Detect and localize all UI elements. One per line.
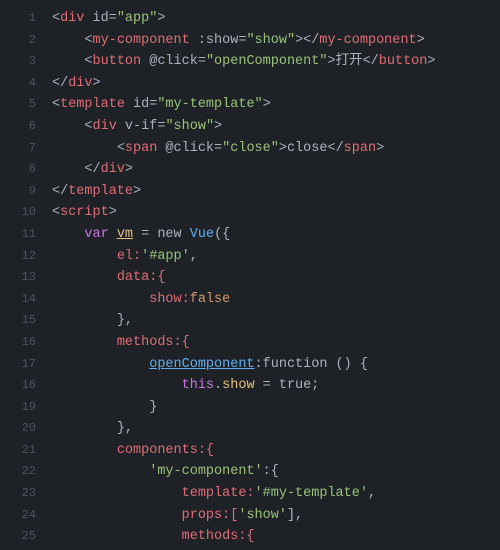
code-content: </div> xyxy=(52,159,133,181)
code-line: 12 el:'#app', xyxy=(0,246,500,268)
code-content: <script> xyxy=(52,202,117,224)
line-number: 16 xyxy=(8,333,36,352)
code-line: 21 components:{ xyxy=(0,440,500,462)
line-number: 18 xyxy=(8,376,36,395)
code-content: this.show = true; xyxy=(52,375,319,397)
code-line: 1 <div id="app"> xyxy=(0,8,500,30)
code-line: 9 </template> xyxy=(0,181,500,203)
code-line: 6 <div v-if="show"> xyxy=(0,116,500,138)
code-content: el:'#app', xyxy=(52,246,198,268)
code-content: show:false xyxy=(52,289,230,311)
code-content: <my-component :show="show"></my-componen… xyxy=(52,30,425,52)
code-line: 4 </div> xyxy=(0,73,500,95)
code-line: 16 methods:{ xyxy=(0,332,500,354)
line-number: 8 xyxy=(8,160,36,179)
code-line: 23 template:'#my-template', xyxy=(0,483,500,505)
code-line: 22 'my-component':{ xyxy=(0,461,500,483)
code-content: <div id="app"> xyxy=(52,8,165,30)
code-line: 15 }, xyxy=(0,310,500,332)
code-content: <template id="my-template"> xyxy=(52,94,271,116)
code-line: 13 data:{ xyxy=(0,267,500,289)
line-number: 6 xyxy=(8,117,36,136)
line-number: 12 xyxy=(8,247,36,266)
code-content: openComponent:function () { xyxy=(52,354,368,376)
code-content: }, xyxy=(52,310,133,332)
line-number: 25 xyxy=(8,527,36,546)
line-number: 1 xyxy=(8,9,36,28)
code-content: } xyxy=(52,397,157,419)
line-number: 21 xyxy=(8,441,36,460)
code-line: 2 <my-component :show="show"></my-compon… xyxy=(0,30,500,52)
line-number: 5 xyxy=(8,95,36,114)
code-editor: 1<div id="app">2 <my-component :show="sh… xyxy=(0,0,500,550)
line-number: 13 xyxy=(8,268,36,287)
code-content: <span @click="close">close</span> xyxy=(52,138,384,160)
code-content: 'my-component':{ xyxy=(52,461,279,483)
code-line: 7 <span @click="close">close</span> xyxy=(0,138,500,160)
line-number: 10 xyxy=(8,203,36,222)
code-content: var vm = new Vue({ xyxy=(52,224,230,246)
code-content: components:{ xyxy=(52,440,214,462)
code-line: 18 this.show = true; xyxy=(0,375,500,397)
code-line: 14 show:false xyxy=(0,289,500,311)
code-content: methods:{ xyxy=(52,526,255,548)
line-number: 7 xyxy=(8,139,36,158)
code-line: 8 </div> xyxy=(0,159,500,181)
code-content: props:['show'], xyxy=(52,505,303,527)
code-line: 11 var vm = new Vue({ xyxy=(0,224,500,246)
code-content: </div> xyxy=(52,73,101,95)
line-number: 15 xyxy=(8,311,36,330)
code-line: 19 } xyxy=(0,397,500,419)
code-line: 5 <template id="my-template"> xyxy=(0,94,500,116)
line-number: 19 xyxy=(8,398,36,417)
code-line: 25 methods:{ xyxy=(0,526,500,548)
line-number: 23 xyxy=(8,484,36,503)
code-line: 17 openComponent:function () { xyxy=(0,354,500,376)
code-line: 3 <button @click="openComponent">打开</but… xyxy=(0,51,500,73)
line-number: 3 xyxy=(8,52,36,71)
line-number: 9 xyxy=(8,182,36,201)
code-line: 10 <script> xyxy=(0,202,500,224)
code-content: <div v-if="show"> xyxy=(52,116,222,138)
line-number: 11 xyxy=(8,225,36,244)
code-line: 20 }, xyxy=(0,418,500,440)
code-content: }, xyxy=(52,418,133,440)
code-content: <button @click="openComponent">打开</butto… xyxy=(52,51,436,73)
line-number: 14 xyxy=(8,290,36,309)
line-number: 20 xyxy=(8,419,36,438)
code-content: methods:{ xyxy=(52,332,190,354)
line-number: 22 xyxy=(8,462,36,481)
line-number: 24 xyxy=(8,506,36,525)
code-content: template:'#my-template', xyxy=(52,483,376,505)
line-number: 17 xyxy=(8,355,36,374)
code-content: </template> xyxy=(52,181,141,203)
line-number: 2 xyxy=(8,31,36,50)
line-number: 4 xyxy=(8,74,36,93)
code-line: 24 props:['show'], xyxy=(0,505,500,527)
code-content: data:{ xyxy=(52,267,165,289)
